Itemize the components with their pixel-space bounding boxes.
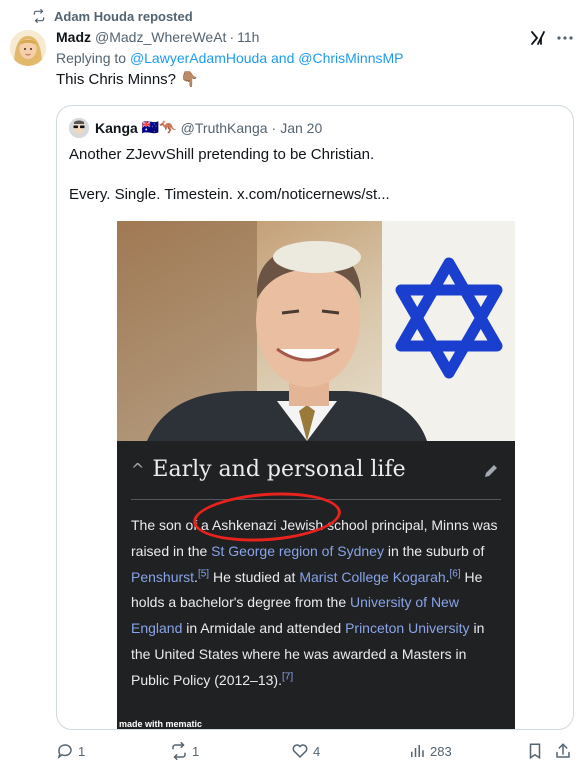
author-avatar[interactable]: [10, 30, 46, 66]
quoted-header: Kanga 🇦🇺🦘 @TruthKanga · Jan 20: [95, 119, 322, 136]
repost-icon: [33, 9, 45, 23]
tweet-timestamp[interactable]: 11h: [237, 29, 259, 45]
heart-icon: [292, 744, 308, 759]
replying-to-label: Replying to: [56, 50, 130, 66]
tweet-text: This Chris Minns? 👇🏽: [56, 70, 199, 89]
wiki-text: He studied at: [209, 568, 300, 585]
quoted-author-handle[interactable]: @TruthKanga: [181, 120, 268, 136]
repost-count: 1: [192, 743, 200, 759]
share-icon: [556, 743, 570, 758]
quoted-author-name[interactable]: Kanga: [95, 120, 138, 136]
wiki-ref: [5]: [197, 567, 210, 579]
pencil-icon: [485, 465, 497, 477]
tweet-body: This Chris Minns?: [56, 70, 177, 88]
wiki-paragraph: The son of a Ashkenazi Jewish school pri…: [131, 513, 507, 694]
share-button[interactable]: [554, 742, 572, 760]
reply-icon: [57, 744, 72, 759]
reply-count: 1: [78, 743, 86, 759]
flag-emoji: 🇦🇺🦘: [141, 119, 177, 135]
like-count: 4: [313, 743, 321, 759]
repost-button[interactable]: 1: [170, 742, 199, 760]
pointing-down-emoji: 👇🏽: [180, 71, 199, 88]
wikipedia-screenshot: ^ Early and personal life The son of a A…: [117, 441, 515, 729]
wiki-link: St George region of Sydney: [211, 542, 384, 559]
author-handle[interactable]: @Madz_WhereWeAt: [95, 29, 226, 45]
more-icon[interactable]: [556, 30, 574, 46]
wiki-link: Princeton University: [345, 620, 470, 637]
quoted-text-line: Another ZJevvShill pretending to be Chri…: [69, 146, 375, 163]
wiki-ref: [7]: [281, 671, 294, 683]
wiki-text: in the suburb of: [383, 542, 485, 559]
quoted-media[interactable]: ^ Early and personal life The son of a A…: [117, 221, 515, 729]
wiki-heading-text: Early and personal life: [152, 457, 406, 482]
reply-mention-link[interactable]: @ChrisMinnsMP: [298, 50, 403, 66]
views-icon: [411, 745, 424, 757]
view-count: 283: [430, 743, 452, 759]
wiki-link: Penshurst: [131, 568, 195, 585]
divider: [131, 499, 501, 500]
bookmark-button[interactable]: [526, 742, 544, 760]
quoted-text-line: Every. Single. Timestein. x.com/noticern…: [69, 186, 390, 203]
action-bar: 1 1 4 283: [56, 742, 574, 763]
quoted-tweet[interactable]: Kanga 🇦🇺🦘 @TruthKanga · Jan 20 Another Z…: [56, 105, 574, 730]
bookmark-icon: [529, 743, 541, 760]
wiki-text: in Armidale and attended: [182, 620, 346, 637]
quoted-timestamp[interactable]: Jan 20: [280, 120, 322, 136]
repost-icon: [172, 742, 186, 760]
reply-button[interactable]: 1: [56, 742, 85, 760]
like-button[interactable]: 4: [291, 742, 320, 760]
author-name[interactable]: Madz: [56, 29, 91, 45]
chevron-up-icon: ^: [131, 460, 145, 479]
wiki-section-heading: ^ Early and personal life: [131, 457, 406, 482]
views-button[interactable]: 283: [408, 742, 452, 760]
replying-to: Replying to @LawyerAdamHouda and @ChrisM…: [56, 50, 403, 66]
repost-label: Adam Houda reposted: [54, 8, 193, 24]
wiki-link: Marist College Kogarah: [299, 568, 446, 585]
wiki-ref: [6]: [449, 567, 461, 579]
grok-icon[interactable]: [530, 30, 546, 46]
separator-dot: ·: [271, 119, 277, 136]
reply-mention-link[interactable]: @LawyerAdamHouda: [130, 50, 267, 66]
separator-dot: ·: [229, 29, 235, 45]
watermark: made with mematic: [119, 719, 203, 729]
reply-and-text: and: [267, 50, 299, 66]
quoted-author-avatar[interactable]: [69, 118, 89, 138]
tweet-header: Madz @Madz_WhereWeAt · 11h: [56, 28, 259, 46]
photo-man-with-kippah: [117, 221, 515, 441]
repost-context[interactable]: Adam Houda reposted: [32, 8, 193, 24]
